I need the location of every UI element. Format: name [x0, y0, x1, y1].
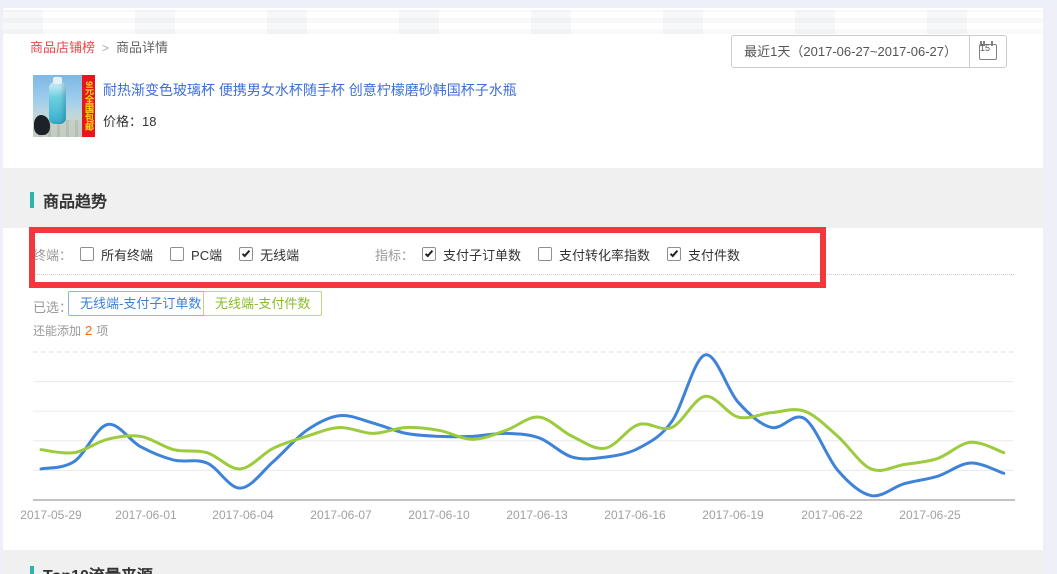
x-tick: 2017-06-25	[899, 508, 960, 522]
x-tick: 2017-06-04	[212, 508, 273, 522]
trend-chart	[3, 338, 1043, 516]
trend-section-header: 商品趋势	[30, 188, 107, 212]
checkbox-icon[interactable]	[170, 247, 184, 261]
watermark-pattern	[3, 10, 1043, 34]
checkbox-label: 无线端	[260, 245, 299, 264]
section-accent-bar	[30, 192, 34, 208]
date-range-label: 最近1天（2017-06-27~2017-06-27）	[732, 36, 969, 67]
x-tick: 2017-06-13	[506, 508, 567, 522]
calendar-icon: 15	[979, 44, 997, 60]
trend-chart-area	[3, 338, 1043, 516]
x-tick: 2017-06-22	[801, 508, 862, 522]
section-accent-bar	[30, 566, 34, 574]
checkbox-all-terminals[interactable]: 所有终端	[80, 245, 153, 264]
promo-badge: 9元全国包邮	[82, 75, 95, 137]
x-axis-ticks: 2017-05-29 2017-06-01 2017-06-04 2017-06…	[3, 508, 1043, 526]
section-title: Top10流量来源	[43, 562, 153, 574]
checkbox-label: 支付件数	[688, 245, 740, 264]
checkbox-icon[interactable]	[239, 247, 253, 261]
checkbox-label: 支付子订单数	[443, 245, 521, 264]
photo-bottle-cap	[53, 77, 62, 84]
checkbox-icon[interactable]	[80, 247, 94, 261]
product-price: 价格：18	[103, 111, 156, 130]
remaining-suffix: 项	[96, 324, 108, 338]
checkbox-wireless-terminal[interactable]: 无线端	[239, 245, 299, 264]
checkbox-paid-suborders[interactable]: 支付子订单数	[422, 245, 521, 264]
checkbox-icon[interactable]	[667, 247, 681, 261]
x-tick: 2017-06-19	[702, 508, 763, 522]
product-thumbnail[interactable]: 9元全国包邮	[33, 75, 95, 137]
dotted-separator	[30, 274, 1014, 275]
selected-tag-wireless-suborders[interactable]: 无线端-支付子订单数	[68, 291, 213, 316]
section-title: 商品趋势	[43, 188, 107, 212]
breadcrumb-separator: >	[102, 41, 109, 55]
checkbox-paid-items[interactable]: 支付件数	[667, 245, 740, 264]
metric-filter-group: 指标： 支付子订单数 支付转化率指数 支付件数	[375, 246, 757, 262]
selected-tag-wireless-items[interactable]: 无线端-支付件数	[203, 291, 322, 316]
x-tick: 2017-06-10	[408, 508, 469, 522]
product-photo	[33, 75, 82, 137]
page: { "breadcrumb": { "root": "商品店铺榜", "sepa…	[0, 0, 1057, 574]
checkbox-label: 支付转化率指数	[559, 245, 650, 264]
metric-filter-label: 指标：	[375, 245, 414, 264]
product-title-link[interactable]: 耐热渐变色玻璃杯 便携男女水杯随手杯 创意柠檬磨砂韩国杯子水瓶	[103, 80, 517, 100]
checkbox-icon[interactable]	[538, 247, 552, 261]
x-tick: 2017-06-16	[604, 508, 665, 522]
checkbox-label: 所有终端	[101, 245, 153, 264]
terminal-filter-group: 终端： 所有终端 PC端 无线端	[33, 246, 316, 262]
section-divider-band	[3, 550, 1043, 574]
photo-bottle	[49, 82, 66, 124]
calendar-day-number: 15	[980, 41, 982, 46]
x-tick: 2017-06-01	[115, 508, 176, 522]
checkbox-pc-terminal[interactable]: PC端	[170, 245, 222, 264]
date-range-picker[interactable]: 最近1天（2017-06-27~2017-06-27） 15	[731, 35, 1007, 68]
photo-hand	[34, 115, 50, 135]
content-card: 商品店铺榜 > 商品详情 最近1天（2017-06-27~2017-06-27） 1…	[3, 8, 1043, 574]
remaining-slots-hint: 还能添加 2项	[33, 322, 108, 339]
remaining-prefix: 还能添加	[33, 324, 81, 338]
selected-label: 已选：	[33, 297, 72, 316]
checkbox-icon[interactable]	[422, 247, 436, 261]
remaining-count: 2	[85, 323, 92, 338]
checkbox-conversion-index[interactable]: 支付转化率指数	[538, 245, 650, 264]
section-divider-band	[3, 168, 1043, 228]
price-value: 18	[142, 114, 156, 129]
x-tick: 2017-05-29	[20, 508, 81, 522]
traffic-section-header: Top10流量来源	[30, 562, 153, 574]
price-label: 价格：	[103, 114, 142, 129]
breadcrumb-item-current: 商品详情	[116, 40, 168, 55]
terminal-filter-label: 终端：	[33, 245, 72, 264]
calendar-button[interactable]: 15	[969, 36, 1006, 67]
breadcrumb: 商品店铺榜 > 商品详情	[30, 37, 168, 56]
breadcrumb-item-rank[interactable]: 商品店铺榜	[30, 40, 95, 55]
x-tick: 2017-06-07	[310, 508, 371, 522]
checkbox-label: PC端	[191, 245, 222, 264]
